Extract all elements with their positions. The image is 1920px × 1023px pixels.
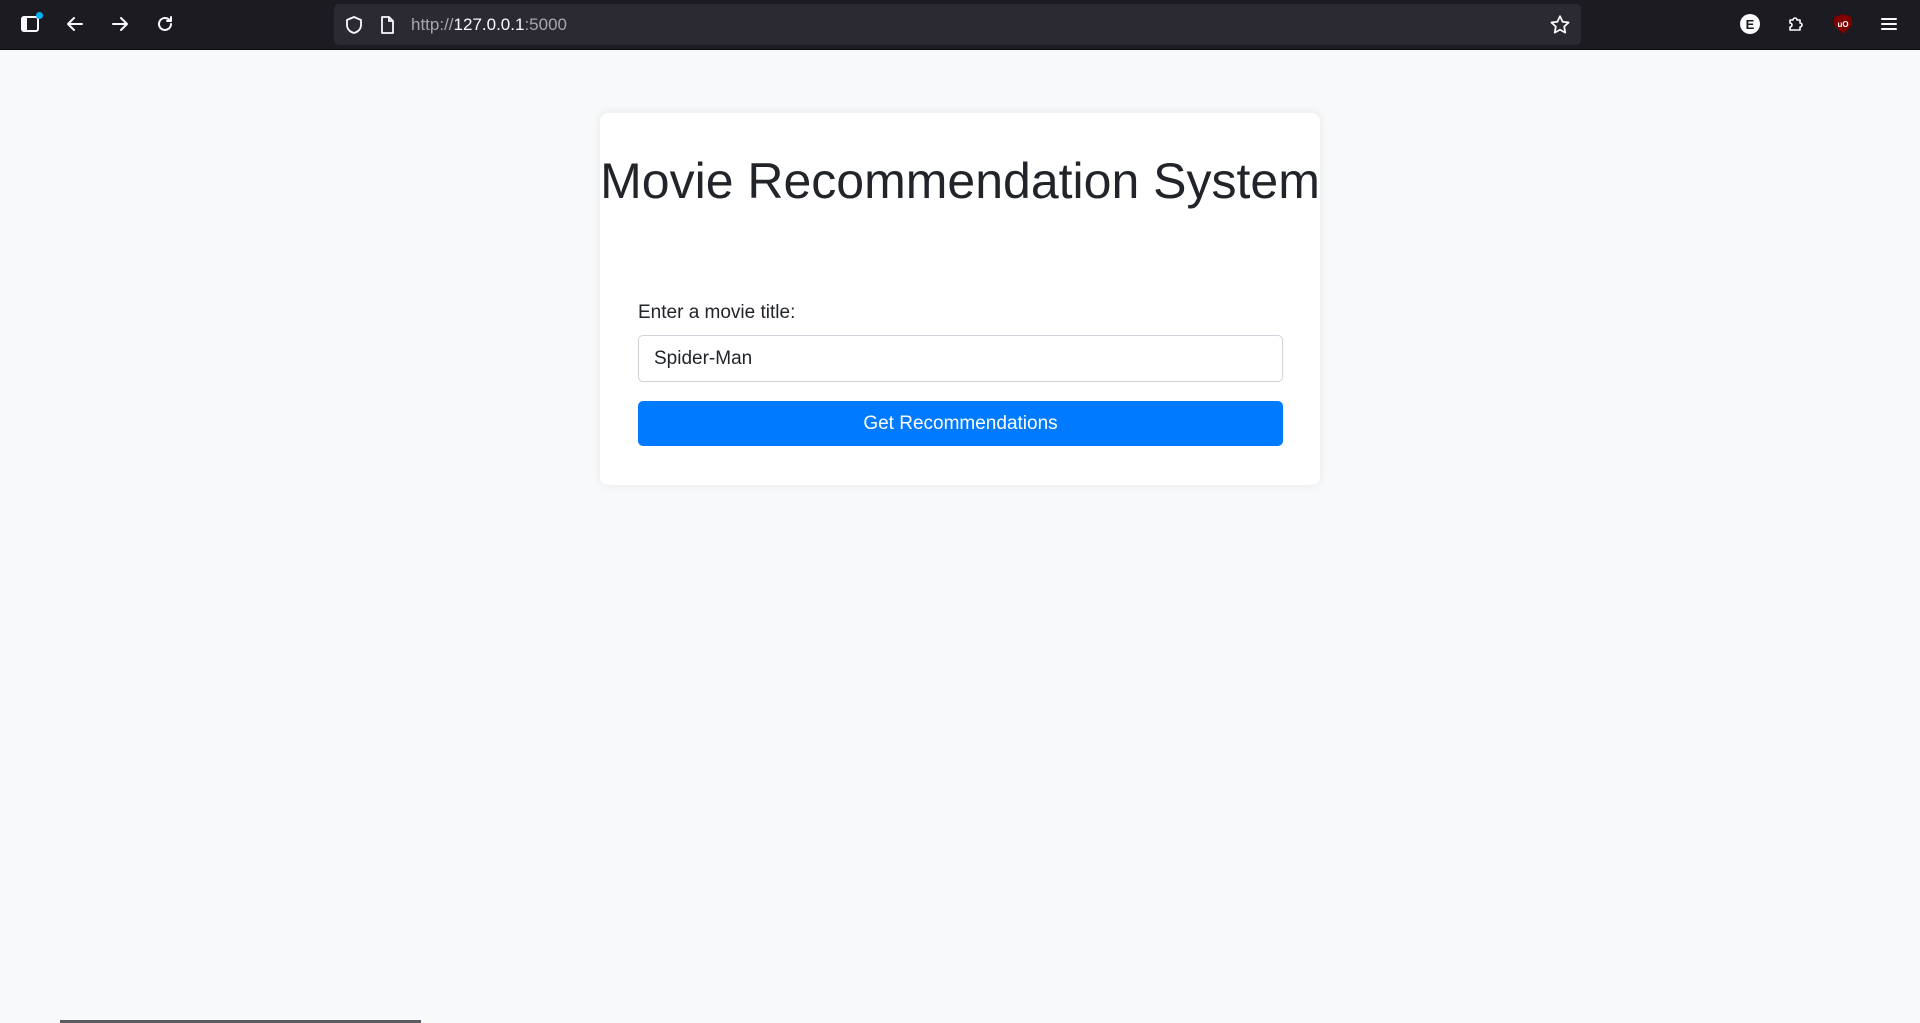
notification-dot <box>36 12 43 19</box>
reload-button[interactable] <box>148 8 182 40</box>
menu-button[interactable] <box>1872 8 1906 40</box>
browser-toolbar: http://127.0.0.1:5000 E uO <box>0 0 1920 50</box>
get-recommendations-button[interactable]: Get Recommendations <box>638 401 1283 446</box>
arrow-left-icon <box>67 17 83 31</box>
recommendation-card: Movie Recommendation System Enter a movi… <box>600 113 1320 485</box>
movie-title-input[interactable] <box>638 335 1283 382</box>
reload-icon <box>158 16 172 31</box>
url-scheme: http:// <box>411 15 454 34</box>
ublock-button[interactable]: uO <box>1826 8 1860 40</box>
sidebar-toggle-button[interactable] <box>13 8 47 40</box>
page-icon[interactable] <box>377 15 397 35</box>
url-host: 127.0.0.1 <box>453 15 525 34</box>
page-title: Movie Recommendation System <box>600 153 1320 209</box>
extension-e-icon: E <box>1740 14 1760 34</box>
extension-e-button[interactable]: E <box>1733 8 1767 40</box>
hamburger-menu-icon <box>1881 18 1897 30</box>
back-button[interactable] <box>58 8 92 40</box>
arrow-right-icon <box>112 17 128 31</box>
forward-button[interactable] <box>103 8 137 40</box>
shield-icon[interactable] <box>344 15 364 35</box>
bookmark-star-icon[interactable] <box>1549 14 1571 36</box>
url-text[interactable]: http://127.0.0.1:5000 <box>411 15 567 35</box>
url-port: :5000 <box>524 15 567 34</box>
movie-title-label: Enter a movie title: <box>638 302 796 323</box>
ublock-icon: uO <box>1834 14 1852 34</box>
puzzle-icon <box>1789 17 1803 31</box>
extensions-button[interactable] <box>1779 8 1813 40</box>
url-bar[interactable]: http://127.0.0.1:5000 <box>334 4 1581 45</box>
